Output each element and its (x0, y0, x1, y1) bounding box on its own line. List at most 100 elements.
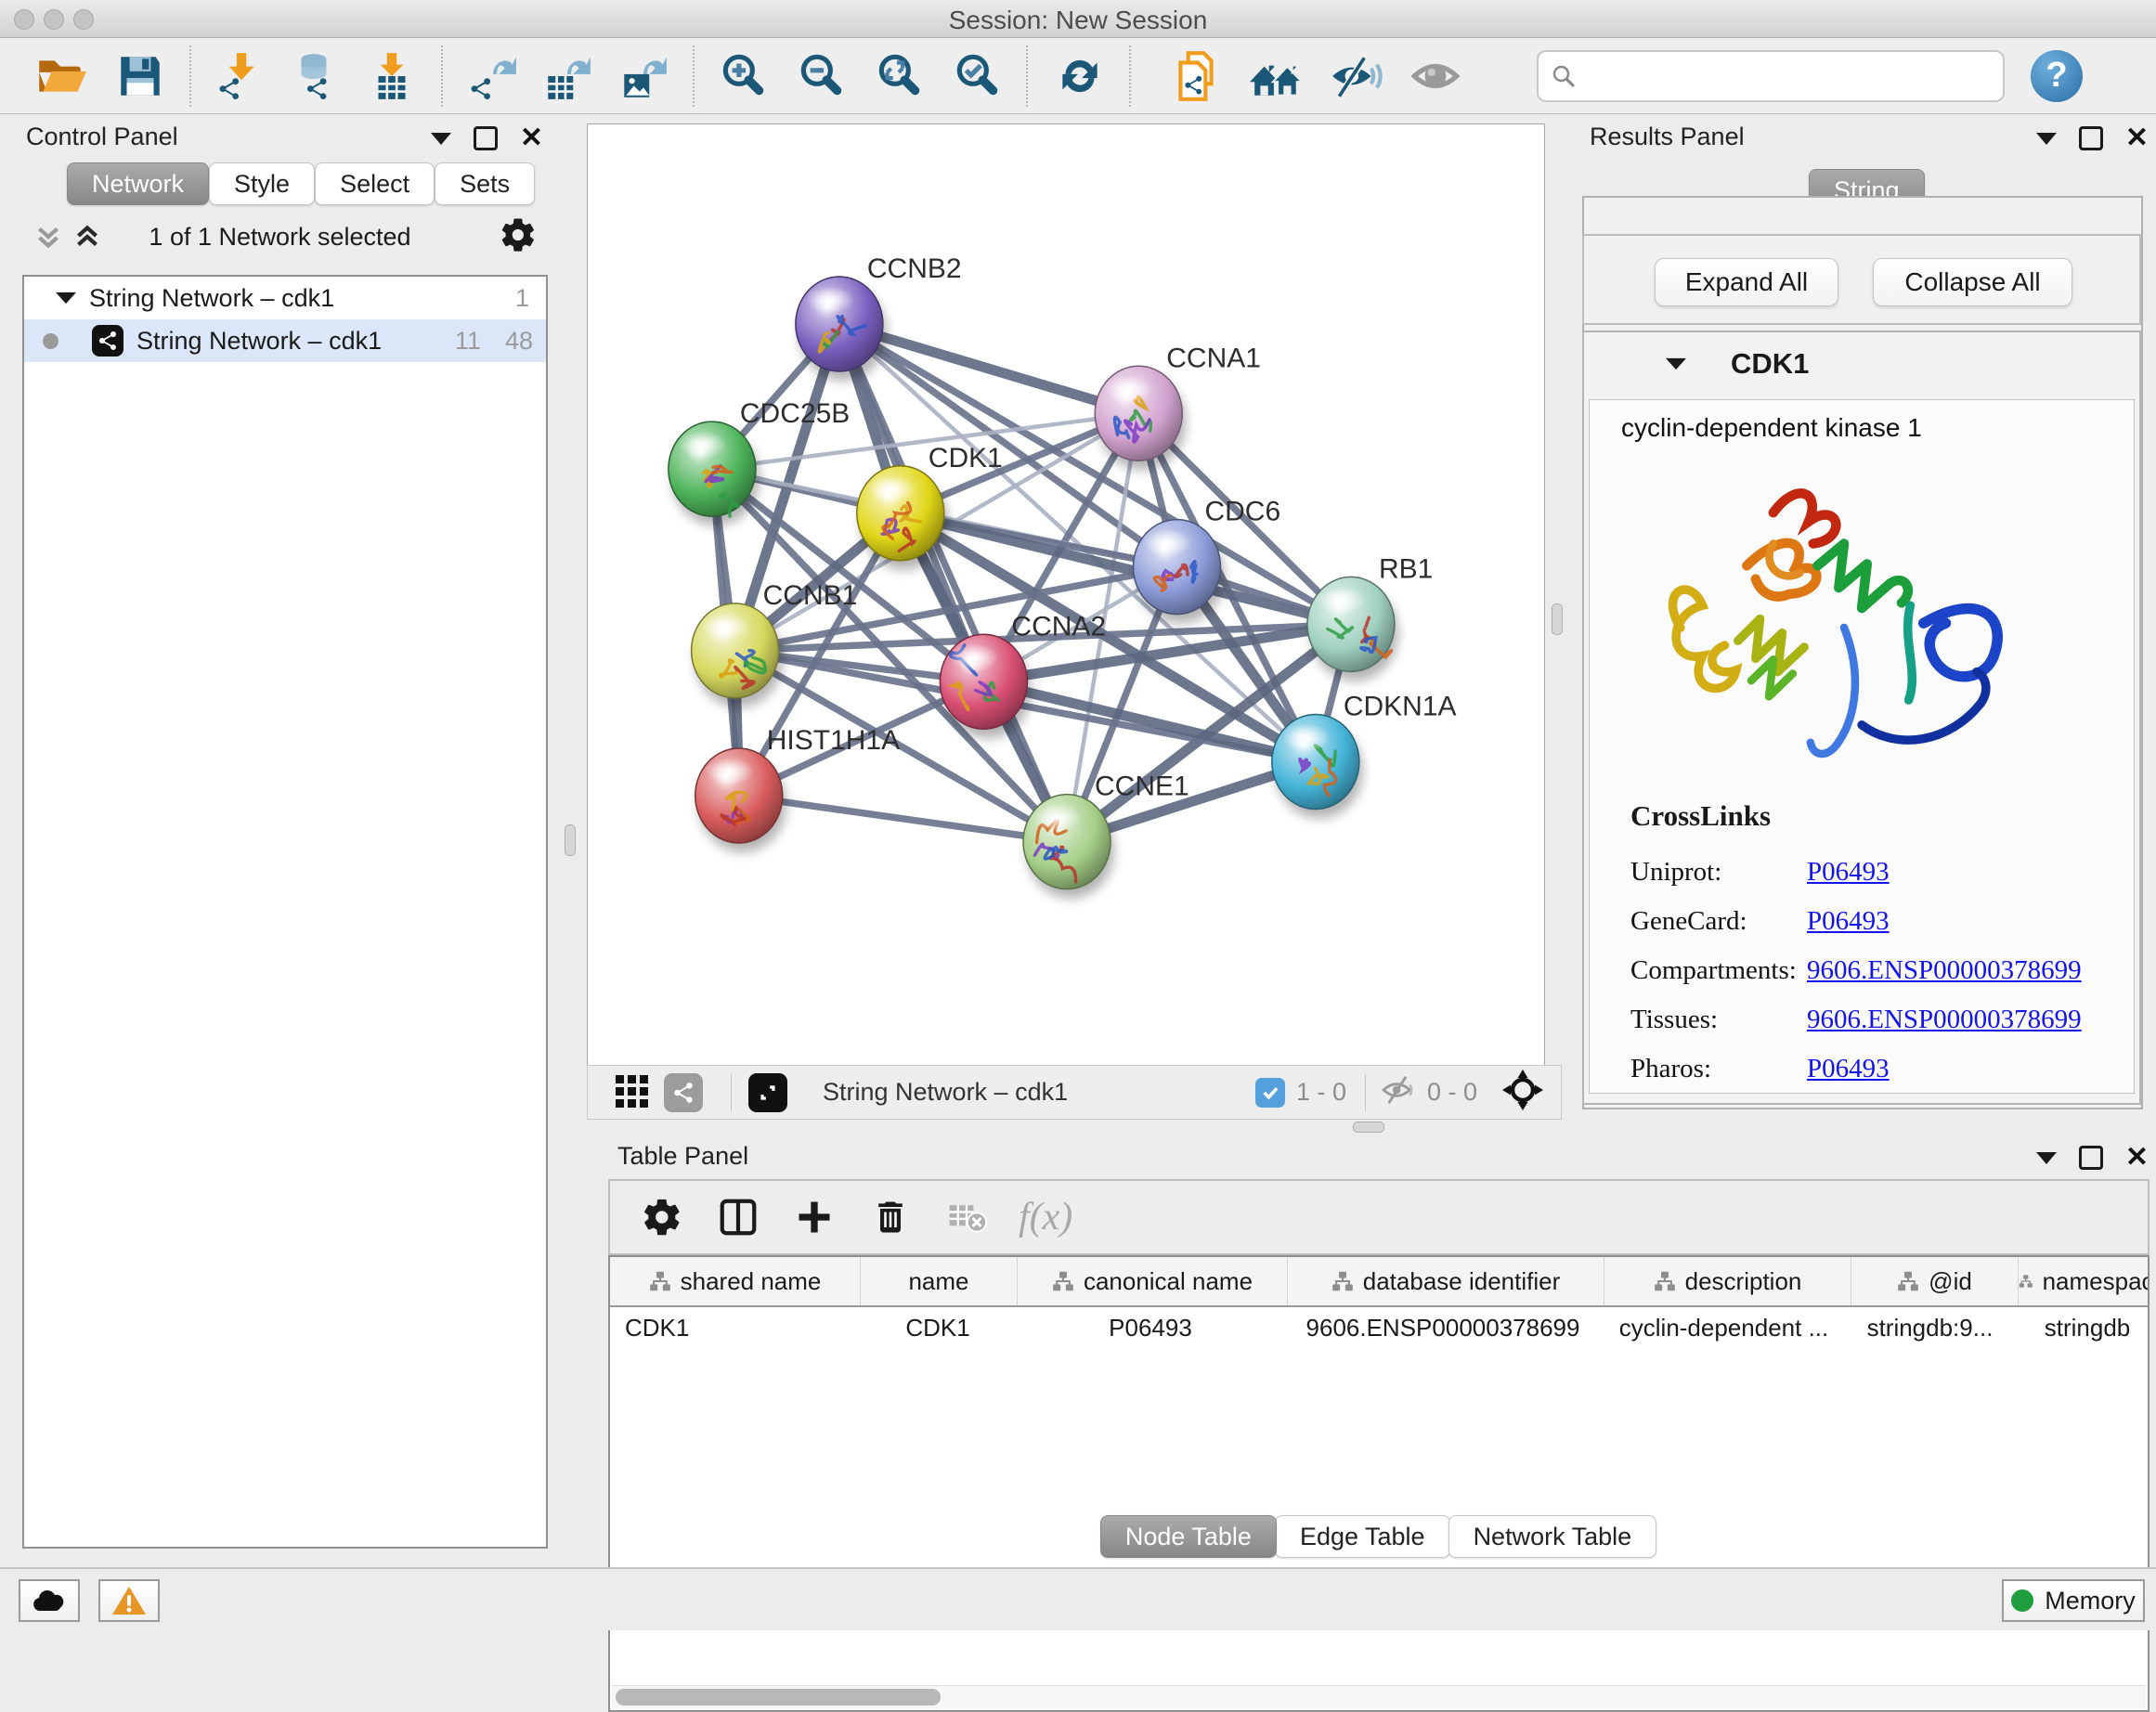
network-node-CDC6[interactable] (1133, 520, 1220, 615)
column-header[interactable]: @id (1851, 1257, 2019, 1305)
network-node-CDKN1A[interactable] (1272, 714, 1359, 809)
column-header[interactable]: database identifier (1288, 1257, 1604, 1305)
table-panel-title: Table Panel (617, 1142, 748, 1171)
fit-selected-crosshair-icon[interactable] (1501, 1069, 1544, 1116)
crosslink-link[interactable]: P06493 (1807, 1054, 1890, 1084)
selected-checkbox-icon[interactable] (1255, 1078, 1285, 1108)
panel-close-icon[interactable]: ✕ (2125, 129, 2149, 148)
cell-description[interactable]: cyclin-dependent ... (1601, 1307, 1847, 1348)
column-header[interactable]: canonical name (1018, 1257, 1288, 1305)
crosslink-link[interactable]: P06493 (1807, 906, 1890, 937)
gene-symbol: CDK1 (1731, 347, 1809, 381)
cloud-button[interactable] (19, 1579, 80, 1622)
panel-float-icon[interactable] (474, 126, 498, 150)
tab-edge-table[interactable]: Edge Table (1275, 1515, 1450, 1558)
warnings-button[interactable] (98, 1579, 160, 1622)
cell-name[interactable]: CDK1 (860, 1307, 1016, 1348)
panel-close-icon[interactable]: ✕ (520, 129, 543, 148)
network-node-CCNA2[interactable] (940, 634, 1027, 729)
expand-all-button[interactable]: Expand All (1655, 258, 1838, 306)
show-columns-icon[interactable] (714, 1193, 762, 1241)
network-row-selected[interactable]: String Network – cdk1 11 48 (24, 319, 546, 362)
column-header[interactable]: name (861, 1257, 1018, 1305)
refresh-button[interactable] (1051, 46, 1109, 106)
zoom-fit-button[interactable] (870, 46, 928, 106)
column-header[interactable]: description (1604, 1257, 1851, 1305)
panel-close-icon[interactable]: ✕ (2125, 1148, 2149, 1167)
crosslink-link[interactable]: 9606.ENSP00000378699 (1807, 955, 2082, 986)
duplicate-network-button[interactable] (1167, 46, 1225, 106)
network-node-CCNB2[interactable] (796, 277, 883, 371)
grid-view-icon[interactable] (614, 1071, 651, 1113)
node-label-CDC6: CDC6 (1204, 497, 1280, 527)
network-node-CCNA1[interactable] (1095, 366, 1182, 460)
delete-column-trash-icon[interactable] (866, 1193, 915, 1241)
tab-style[interactable]: Style (209, 162, 315, 205)
open-session-button[interactable] (32, 46, 89, 106)
cytoscape-window: Session: New Session (0, 0, 2156, 1628)
export-network-button[interactable] (462, 46, 520, 106)
export-table-button[interactable] (539, 46, 596, 106)
crosslink-label: Uniprot: (1630, 857, 1807, 888)
panel-menu-icon[interactable] (2036, 1152, 2057, 1164)
tab-network-table[interactable]: Network Table (1448, 1515, 1657, 1558)
network-collection-row[interactable]: String Network – cdk1 1 (24, 277, 546, 319)
table-options-gear-icon[interactable] (638, 1193, 686, 1241)
cell-id[interactable]: stringdb:9... (1847, 1307, 2013, 1348)
panel-menu-icon[interactable] (2036, 133, 2057, 145)
collapse-arrow-icon[interactable] (56, 291, 76, 305)
toolbar-separator (1026, 45, 1029, 107)
network-node-CDK1[interactable] (857, 466, 944, 561)
scrollbar-thumb[interactable] (616, 1689, 941, 1706)
panel-float-icon[interactable] (2079, 126, 2103, 150)
import-network-database-button[interactable] (287, 46, 344, 106)
cell-shared-name[interactable]: CDK1 (610, 1307, 860, 1348)
network-edge-HIST1H1A-CCNE1[interactable] (739, 796, 1067, 842)
help-icon: ? (2046, 56, 2067, 96)
search-input[interactable] (1578, 57, 2003, 96)
first-neighbors-button[interactable] (1247, 46, 1305, 106)
network-node-RB1[interactable] (1307, 577, 1395, 671)
tab-network[interactable]: Network (67, 162, 209, 205)
export-image-button[interactable] (615, 46, 672, 106)
horizontal-splitter-handle[interactable] (1353, 1122, 1384, 1133)
network-node-CCNB1[interactable] (692, 603, 779, 698)
collapse-all-button[interactable]: Collapse All (1873, 258, 2072, 306)
hide-selected-button[interactable] (1327, 46, 1384, 106)
tab-node-table[interactable]: Node Table (1100, 1515, 1277, 1558)
left-splitter-handle[interactable] (565, 824, 576, 856)
cell-namespace[interactable]: stringdb (2013, 1307, 2148, 1348)
import-network-file-button[interactable] (211, 46, 268, 106)
table-horizontal-scrollbar[interactable] (612, 1685, 2146, 1708)
memory-button[interactable]: Memory (2002, 1579, 2145, 1622)
tab-sets[interactable]: Sets (435, 162, 535, 205)
save-session-button[interactable] (111, 46, 169, 106)
panel-menu-icon[interactable] (431, 133, 451, 145)
help-button[interactable]: ? (2031, 50, 2083, 102)
column-header[interactable]: shared name (610, 1257, 861, 1305)
network-canvas[interactable]: CCNB2CCNA1CDC25BCDK1CDC6RB1CCNB1CCNA2CDK… (587, 123, 1545, 1067)
birdseye-view-icon[interactable] (748, 1073, 787, 1112)
cell-database-identifier[interactable]: 9606.ENSP00000378699 (1285, 1307, 1601, 1348)
crosslink-link[interactable]: P06493 (1807, 857, 1890, 888)
crosslink-link[interactable]: 9606.ENSP00000378699 (1807, 1005, 2082, 1035)
import-table-button[interactable] (363, 46, 421, 106)
zoom-out-button[interactable] (792, 46, 850, 106)
table-row[interactable]: CDK1 CDK1 P06493 9606.ENSP00000378699 cy… (610, 1307, 2148, 1348)
network-node-CDC25B[interactable] (669, 422, 756, 516)
cell-canonical-name[interactable]: P06493 (1016, 1307, 1285, 1348)
zoom-selected-button[interactable] (948, 46, 1006, 106)
column-header[interactable]: namespace (2019, 1257, 2148, 1305)
zoom-in-button[interactable] (714, 46, 772, 106)
right-splitter-handle[interactable] (1552, 603, 1563, 635)
gene-section-header[interactable]: CDK1 (1584, 332, 2139, 397)
collapse-arrow-icon[interactable] (1666, 357, 1686, 371)
network-node-HIST1H1A[interactable] (695, 748, 783, 843)
network-node-CCNE1[interactable] (1023, 795, 1110, 889)
add-column-icon[interactable] (790, 1193, 838, 1241)
show-all-button[interactable] (1407, 46, 1464, 106)
hidden-eye-icon[interactable] (1381, 1074, 1418, 1110)
tab-select[interactable]: Select (315, 162, 435, 205)
network-share-icon[interactable] (664, 1073, 703, 1112)
panel-float-icon[interactable] (2079, 1146, 2103, 1170)
